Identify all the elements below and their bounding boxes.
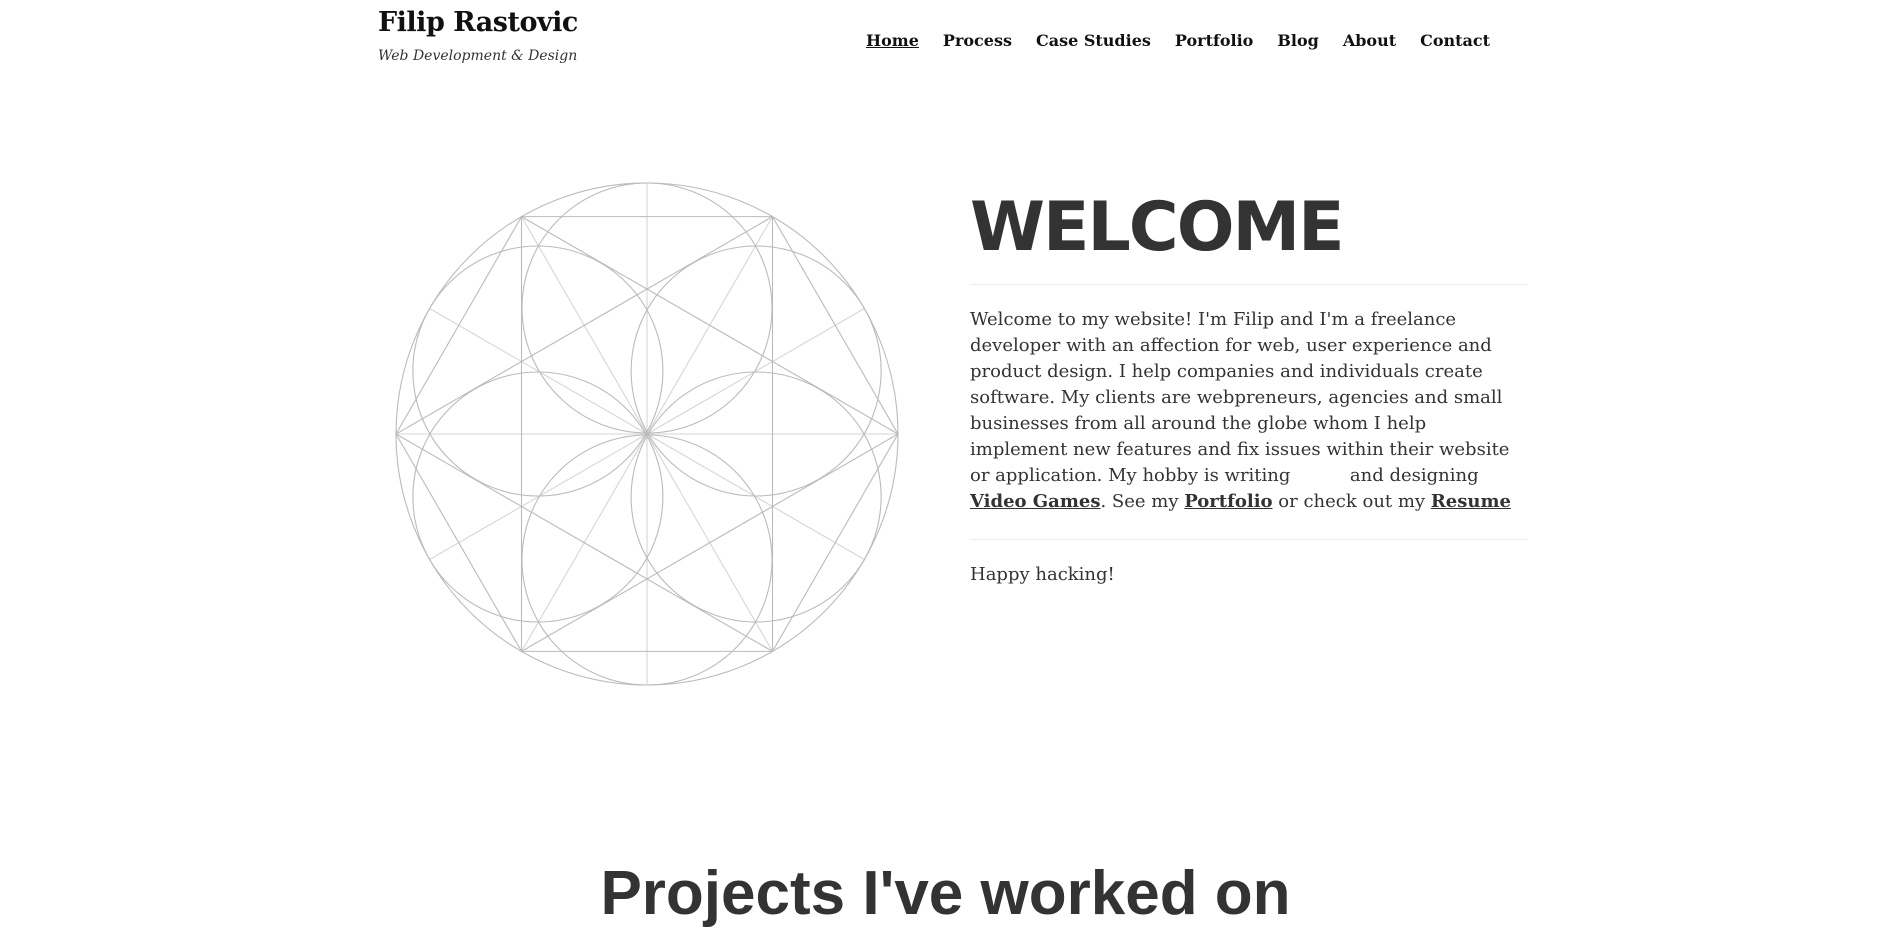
video-games-link[interactable]: Video Games: [970, 491, 1100, 512]
divider: [970, 539, 1528, 540]
flower-of-life-illustration: [395, 182, 899, 686]
resume-link[interactable]: Resume: [1431, 491, 1511, 512]
site-tagline: Web Development & Design: [378, 48, 578, 64]
nav-link-home[interactable]: Home: [866, 31, 919, 51]
nav-link-process[interactable]: Process: [943, 31, 1012, 51]
nav-link-case-studies[interactable]: Case Studies: [1036, 31, 1151, 51]
welcome-text-part3: . See my: [1100, 491, 1179, 512]
welcome-text-part4: or check out my: [1278, 491, 1426, 512]
welcome-section: WELCOME Welcome to my website! I'm Filip…: [970, 188, 1528, 588]
projects-heading: Projects I've worked on: [600, 859, 1291, 928]
main-nav: Home Process Case Studies Portfolio Blog…: [866, 31, 1514, 51]
site-header: Filip Rastovic Web Development & Design …: [0, 0, 1891, 80]
portfolio-link[interactable]: Portfolio: [1184, 491, 1272, 512]
nav-link-portfolio[interactable]: Portfolio: [1175, 31, 1253, 51]
welcome-text-part2: and designing: [1349, 465, 1479, 486]
welcome-paragraph: Welcome to my website! I'm Filip and I'm…: [970, 307, 1528, 515]
nav-link-contact[interactable]: Contact: [1420, 31, 1490, 51]
closing-text: Happy hacking!: [970, 564, 1115, 585]
welcome-heading: WELCOME: [970, 188, 1345, 267]
brand: Filip Rastovic Web Development & Design: [378, 5, 578, 65]
welcome-text-part1: Welcome to my website! I'm Filip and I'm…: [970, 309, 1510, 486]
site-title[interactable]: Filip Rastovic: [378, 5, 578, 41]
nav-link-about[interactable]: About: [1343, 31, 1396, 51]
divider: [970, 284, 1528, 285]
nav-link-blog[interactable]: Blog: [1277, 31, 1318, 51]
